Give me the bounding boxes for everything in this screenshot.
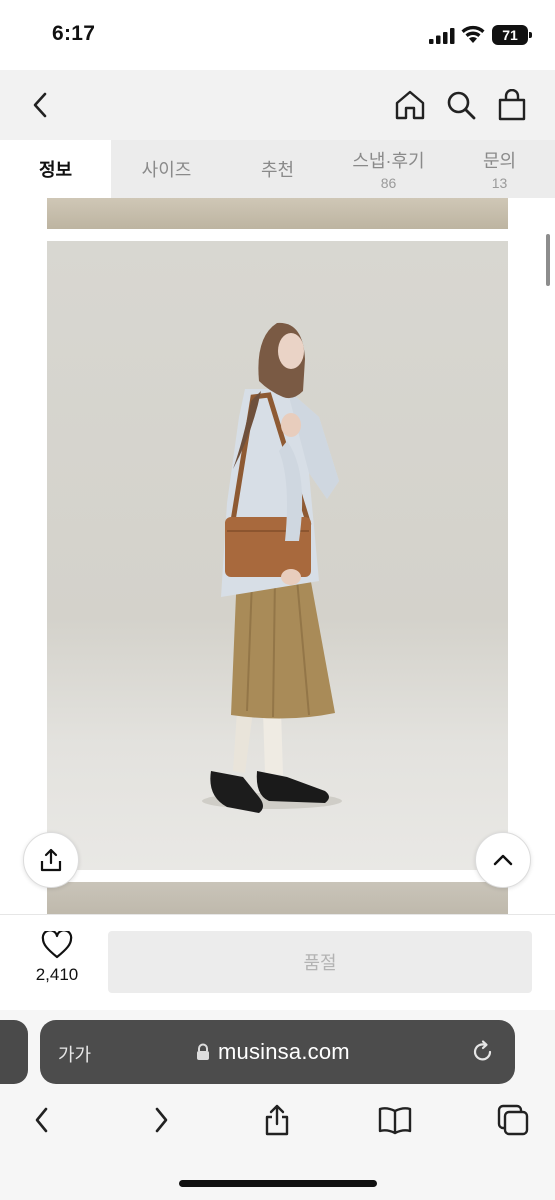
tab-inquiry[interactable]: 문의 13: [444, 140, 555, 198]
signal-icon: [429, 28, 455, 44]
book-icon: [378, 1107, 412, 1135]
url-text: musinsa.com: [218, 1039, 350, 1064]
status-time: 6:17: [52, 22, 96, 45]
app-header: [0, 70, 555, 140]
tab-recommend[interactable]: 추천: [222, 140, 333, 198]
tab-size[interactable]: 사이즈: [111, 140, 222, 198]
tab-recommend-label: 추천: [260, 160, 295, 180]
tab-size-label: 사이즈: [141, 160, 192, 180]
product-image-partial-bottom: [47, 882, 508, 914]
tabs-button[interactable]: [493, 1100, 533, 1140]
tab-inquiry-label: 문의: [482, 151, 517, 171]
browser-back-button[interactable]: [22, 1100, 62, 1140]
like-button[interactable]: 2,410: [22, 931, 92, 985]
address-bar[interactable]: 가가 musinsa.com: [40, 1020, 515, 1084]
previous-tab-peek[interactable]: [0, 1020, 28, 1084]
home-icon: [395, 90, 425, 120]
heart-icon: [41, 931, 73, 959]
home-button[interactable]: [391, 86, 429, 124]
product-photo: [47, 241, 508, 870]
tab-info-label: 정보: [38, 160, 73, 180]
scroll-top-button[interactable]: [475, 832, 531, 888]
chevron-up-icon: [493, 854, 513, 866]
browser-toolbar: 가가 musinsa.com: [0, 1010, 555, 1200]
share-icon: [265, 1104, 289, 1136]
tab-snap-review-count: 86: [380, 175, 397, 191]
share-icon: [40, 848, 62, 872]
search-icon: [447, 91, 476, 120]
reload-icon[interactable]: [470, 1039, 496, 1065]
search-button[interactable]: [442, 86, 480, 124]
chevron-right-icon: [155, 1107, 168, 1133]
tab-info[interactable]: 정보: [0, 140, 111, 198]
status-bar: 6:17 71: [0, 0, 555, 70]
text-size-button[interactable]: 가가: [58, 1041, 91, 1067]
chevron-left-icon: [35, 1107, 48, 1133]
shopping-bag-icon: [498, 89, 526, 121]
soldout-button[interactable]: 품절: [108, 931, 532, 993]
bookmarks-button[interactable]: [375, 1100, 415, 1140]
model-illustration: [202, 322, 342, 813]
like-count: 2,410: [35, 965, 79, 984]
back-button[interactable]: [22, 86, 60, 124]
lock-icon: [197, 1043, 209, 1060]
chevron-left-icon: [33, 92, 47, 118]
product-image-partial-top: [47, 198, 508, 229]
cart-button[interactable]: [493, 86, 531, 124]
tab-snap-review-label: 스냅·후기: [352, 151, 425, 171]
screen: 6:17 71 정보 사이즈 추천 스냅·후기 86 문의 13 2,410 품…: [0, 0, 555, 1200]
browser-forward-button[interactable]: [141, 1100, 181, 1140]
purchase-action-bar: 2,410 품절: [0, 914, 555, 1010]
home-indicator[interactable]: [179, 1180, 377, 1187]
share-button[interactable]: [23, 832, 79, 888]
scroll-indicator[interactable]: [546, 234, 550, 286]
tab-snap-review[interactable]: 스냅·후기 86: [333, 140, 444, 198]
tab-inquiry-count: 13: [491, 175, 508, 191]
battery-indicator: 71: [492, 25, 532, 45]
tabs-icon: [497, 1104, 529, 1136]
wifi-icon: [461, 25, 485, 43]
browser-share-button[interactable]: [257, 1100, 297, 1140]
product-tabs: 정보 사이즈 추천 스냅·후기 86 문의 13: [0, 140, 555, 198]
product-detail-content[interactable]: [0, 198, 555, 914]
